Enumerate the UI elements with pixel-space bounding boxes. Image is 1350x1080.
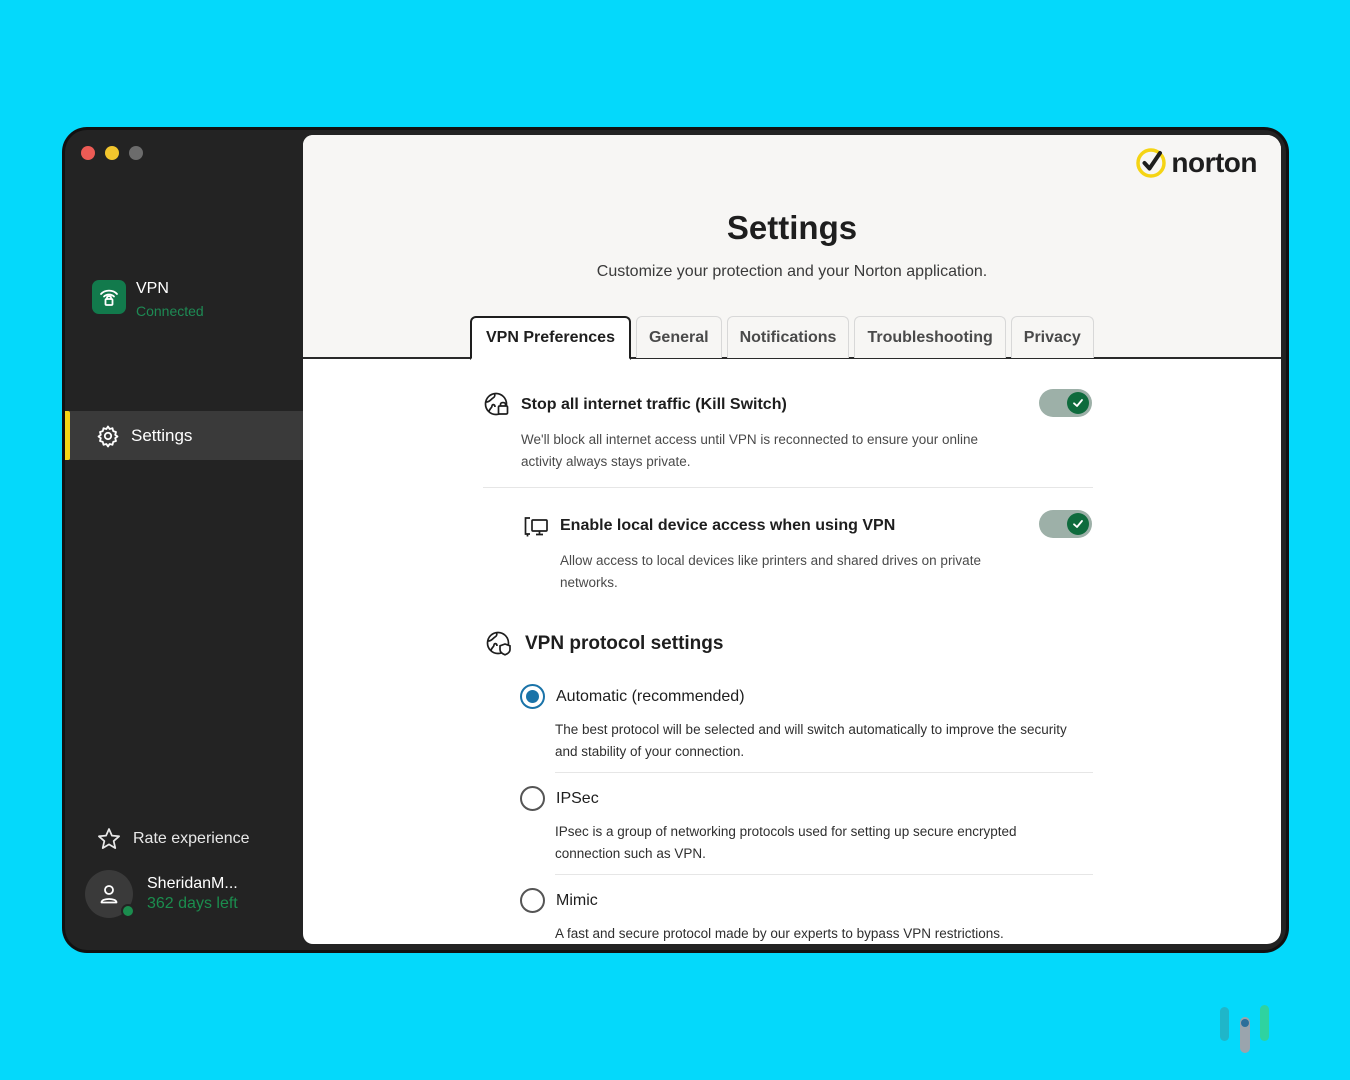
globe-shield-icon — [486, 631, 511, 656]
protocol-option-mimic: Mimic A fast and secure protocol made by… — [520, 888, 1075, 944]
gear-icon — [97, 425, 119, 447]
protocol-option-label: IPSec — [556, 789, 599, 807]
settings-header: norton Settings Customize your protectio… — [303, 135, 1281, 360]
norton-logo: norton — [1135, 147, 1257, 179]
avatar — [85, 870, 135, 918]
app-window: VPN Connected Settings Rate experience S… — [65, 130, 1286, 950]
checkmark-icon — [1067, 513, 1089, 535]
kill-switch-setting: Stop all internet traffic (Kill Switch) … — [483, 391, 1011, 473]
radio-ipsec[interactable] — [520, 786, 545, 811]
settings-tabs: VPN Preferences General Notifications Tr… — [470, 316, 1094, 360]
divider — [555, 772, 1093, 773]
local-access-toggle[interactable] — [1039, 510, 1092, 538]
protocol-option-ipsec: IPSec IPsec is a group of networking pro… — [520, 786, 1075, 865]
star-icon — [98, 828, 120, 849]
online-status-dot — [121, 904, 135, 918]
divider — [555, 874, 1093, 875]
page-title: Settings — [726, 209, 858, 246]
vpn-connection-status: Connected — [136, 303, 204, 319]
divider — [483, 487, 1093, 488]
kill-switch-description: We'll block all internet access until VP… — [521, 432, 979, 469]
protocol-option-description: A fast and secure protocol made by our e… — [555, 926, 1004, 941]
local-access-title: Enable local device access when using VP… — [560, 517, 896, 534]
sidebar: VPN Connected Settings Rate experience S… — [65, 130, 303, 950]
vpn-status[interactable]: VPN Connected — [92, 280, 204, 319]
checkmark-icon — [1067, 392, 1089, 414]
protocol-option-automatic: Automatic (recommended) The best protoco… — [520, 684, 1075, 763]
tab-vpn-preferences[interactable]: VPN Preferences — [470, 316, 631, 360]
settings-panel: norton Settings Customize your protectio… — [303, 135, 1281, 944]
kill-switch-toggle[interactable] — [1039, 389, 1092, 417]
protocol-section-title: VPN protocol settings — [485, 630, 723, 658]
globe-lock-icon — [484, 392, 509, 416]
radio-automatic[interactable] — [520, 684, 545, 709]
local-access-description: Allow access to local devices like print… — [560, 553, 981, 590]
rate-experience-label: Rate experience — [133, 830, 250, 847]
tab-troubleshooting[interactable]: Troubleshooting — [854, 316, 1006, 358]
protocol-option-description: IPsec is a group of networking protocols… — [555, 824, 1017, 861]
logo-text: norton — [1171, 147, 1257, 178]
protocol-section-label: VPN protocol settings — [525, 633, 724, 654]
account-name: SheridanM... — [147, 875, 238, 892]
sidebar-item-label: Settings — [131, 425, 193, 445]
wifi-lock-icon — [92, 280, 126, 314]
subscription-days-left: 362 days left — [147, 895, 238, 912]
norton-check-icon — [1136, 148, 1167, 178]
vpn-label: VPN — [136, 280, 169, 297]
page-subtitle: Customize your protection and your Norto… — [596, 263, 988, 280]
sidebar-item-settings[interactable]: Settings — [65, 411, 303, 460]
brand-watermark-icon — [1220, 1005, 1269, 1053]
radio-mimic[interactable] — [520, 888, 545, 913]
devices-icon — [524, 517, 548, 537]
protocol-option-label: Mimic — [556, 891, 598, 909]
tab-notifications[interactable]: Notifications — [726, 316, 850, 358]
tab-general[interactable]: General — [635, 316, 722, 358]
kill-switch-title: Stop all internet traffic (Kill Switch) — [521, 396, 787, 413]
rate-experience-button[interactable]: Rate experience — [96, 826, 250, 852]
protocol-option-label: Automatic (recommended) — [556, 687, 745, 705]
protocol-option-description: The best protocol will be selected and w… — [555, 722, 1067, 759]
local-access-setting: Enable local device access when using VP… — [522, 512, 1030, 594]
user-icon — [100, 885, 118, 904]
tab-privacy[interactable]: Privacy — [1010, 316, 1094, 358]
account-info[interactable]: SheridanM... 362 days left — [85, 870, 238, 918]
